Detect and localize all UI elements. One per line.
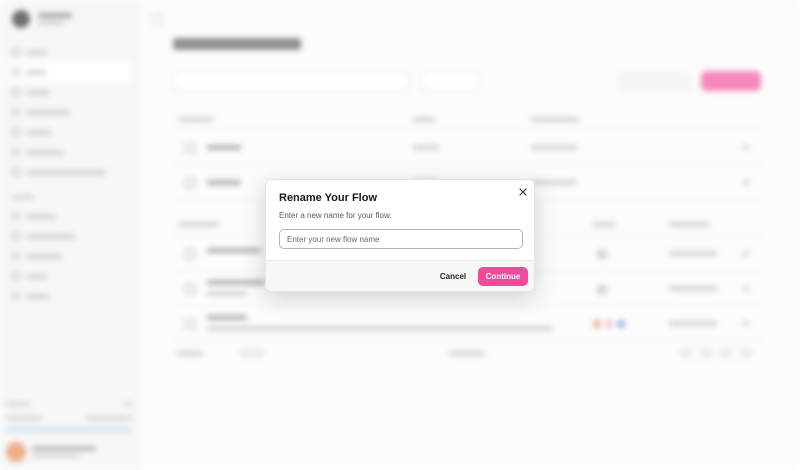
flow-name-input[interactable] [279, 229, 523, 249]
dialog-description: Enter a new name for your flow. [279, 211, 392, 220]
dialog-footer: Cancel Continue [266, 260, 534, 291]
close-icon [519, 188, 527, 196]
close-button[interactable] [517, 187, 529, 199]
dialog-title: Rename Your Flow [279, 192, 378, 204]
rename-flow-dialog: Rename Your Flow Enter a new name for yo… [265, 179, 535, 292]
continue-button[interactable]: Continue [478, 267, 528, 286]
cancel-button[interactable]: Cancel [434, 267, 472, 286]
